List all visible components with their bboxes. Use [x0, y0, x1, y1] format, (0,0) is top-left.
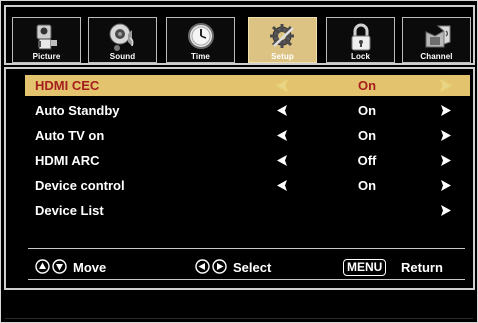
arrow-right-icon[interactable] [439, 79, 453, 92]
setting-label: Device List [35, 203, 104, 218]
setting-label: Auto TV on [35, 128, 105, 143]
setting-value: On [357, 128, 377, 143]
tab-setup[interactable]: Setup [248, 17, 317, 63]
up-circle-icon [35, 259, 50, 274]
channel-tv-icon [425, 25, 450, 48]
setting-row-hdmi-arc[interactable]: HDMI ARC Off [25, 150, 470, 171]
setting-label: HDMI CEC [35, 78, 100, 93]
arrow-right-icon[interactable] [439, 204, 453, 217]
tab-label: Sound [109, 52, 136, 61]
tab-label: Time [191, 52, 210, 61]
footer-divider-bottom [28, 279, 465, 280]
menu-tab-bar: Picture Sound Time Setup Lock Channel [4, 5, 475, 65]
tab-sound[interactable]: Sound [88, 17, 157, 63]
left-circle-icon [195, 259, 210, 274]
setting-value: On [357, 78, 377, 93]
clock-icon [187, 23, 214, 49]
setting-row-auto-standby[interactable]: Auto Standby On [25, 100, 470, 121]
setting-row-device-control[interactable]: Device control On [25, 175, 470, 196]
arrow-left-icon[interactable] [275, 79, 289, 92]
setting-row-auto-tv-on[interactable]: Auto TV on On [25, 125, 470, 146]
arrow-left-icon[interactable] [275, 104, 289, 117]
arrow-right-icon[interactable] [439, 179, 453, 192]
select-label: Select [233, 260, 272, 275]
sound-icon [109, 23, 133, 51]
camera-icon [36, 24, 57, 50]
tab-label: Setup [271, 52, 294, 61]
tab-lock[interactable]: Lock [326, 17, 395, 63]
tab-label: Picture [32, 52, 61, 61]
down-circle-icon [52, 259, 67, 274]
return-label: Return [401, 260, 443, 275]
tab-time[interactable]: Time [166, 17, 235, 63]
tab-label: Lock [350, 52, 371, 61]
arrow-left-icon[interactable] [275, 179, 289, 192]
setting-label: Device control [35, 178, 125, 193]
tab-label: Channel [420, 52, 453, 61]
menu-key-badge: MENU [343, 259, 387, 276]
settings-panel: HDMI CEC On Auto Standby On Auto TV on O… [4, 67, 475, 290]
setting-label: HDMI ARC [35, 153, 100, 168]
tab-picture[interactable]: Picture [12, 17, 81, 63]
setting-value: On [357, 178, 377, 193]
setup-gear-icon [269, 24, 294, 48]
move-label: Move [73, 260, 107, 275]
tab-channel[interactable]: Channel [402, 17, 471, 63]
arrow-right-icon[interactable] [439, 154, 453, 167]
setting-row-device-list[interactable]: Device List [25, 200, 470, 221]
tv-osd-frame: Picture Sound Time Setup Lock Channel HD… [0, 0, 478, 323]
arrow-right-icon[interactable] [439, 129, 453, 142]
setting-row-hdmi-cec[interactable]: HDMI CEC On [25, 75, 470, 96]
arrow-left-icon[interactable] [275, 154, 289, 167]
arrow-right-icon[interactable] [439, 104, 453, 117]
setting-value: Off [357, 153, 377, 168]
footer-divider [28, 248, 465, 249]
right-circle-icon [212, 259, 227, 274]
setting-label: Auto Standby [35, 103, 120, 118]
setting-value: On [357, 103, 377, 118]
arrow-left-icon[interactable] [275, 129, 289, 142]
lock-icon [351, 23, 370, 51]
